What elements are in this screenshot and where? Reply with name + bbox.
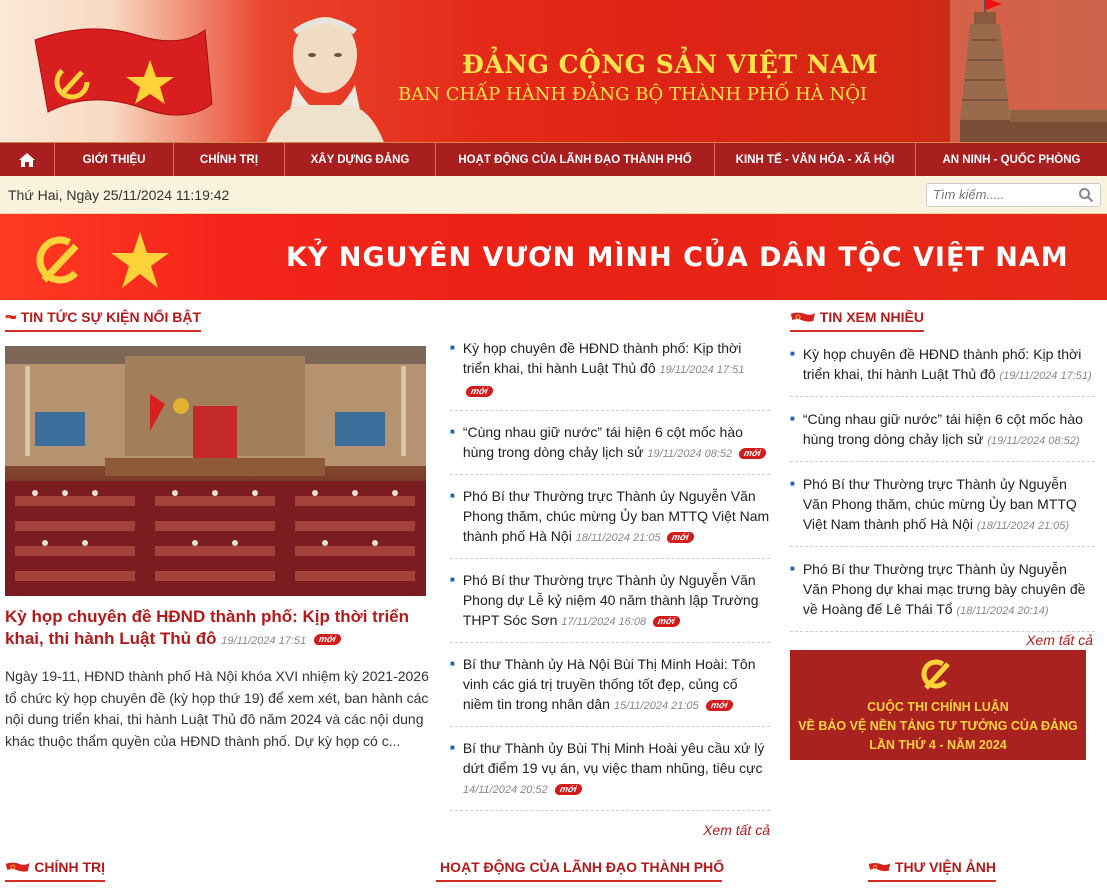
view-all-popular-link[interactable]: Xem tất cả — [790, 632, 1093, 648]
popular-column: TIN XEM NHIỀU ■ Kỳ họp chuyên đề HĐND th… — [790, 306, 1095, 760]
flag-icon — [5, 862, 30, 872]
list-item[interactable]: ■ Bí thư Thành ủy Hà Nội Bùi Thị Minh Ho… — [450, 654, 770, 727]
section-title: CHÍNH TRỊ — [34, 858, 105, 875]
search-box — [926, 182, 1101, 207]
bullet-icon: ■ — [790, 349, 795, 358]
contest-line2: VỀ BẢO VỆ NỀN TẢNG TƯ TƯỞNG CỦA ĐẢNG — [798, 719, 1078, 733]
popular-date: (18/11/2024 21:05) — [976, 520, 1070, 532]
featured-image[interactable] — [5, 346, 426, 596]
home-icon — [19, 152, 35, 167]
new-badge: mới — [738, 447, 767, 459]
info-bar: Thứ Hai, Ngày 25/11/2024 11:19:42 — [0, 176, 1107, 214]
popular-date: (19/11/2024 17:51) — [999, 370, 1092, 382]
party-flag-icon — [34, 28, 213, 116]
bullet-icon: ■ — [790, 414, 795, 423]
new-badge: mới — [704, 699, 734, 711]
bullet-icon: ■ — [450, 427, 455, 436]
contest-line1: CUỘC THI CHÍNH LUẬN — [867, 700, 1009, 714]
news-date: 17/11/2024 16:08 — [561, 616, 647, 628]
section-title: THƯ VIỆN ẢNH — [894, 858, 996, 875]
featured-title[interactable]: Kỳ họp chuyên đề HĐND thành phố: Kịp thờ… — [5, 606, 429, 652]
slogan-text: KỶ NGUYÊN VƯƠN MÌNH CỦA DÂN TỘC VIỆT NAM — [286, 242, 1069, 273]
flag-icon — [868, 862, 891, 871]
slogan-banner: KỶ NGUYÊN VƯƠN MÌNH CỦA DÂN TỘC VIỆT NAM — [0, 214, 1107, 300]
current-date: Thứ Hai, Ngày 25/11/2024 11:19:42 — [8, 186, 230, 203]
bullet-icon: ■ — [790, 564, 795, 573]
bottom-sections: CHÍNH TRỊ HOẠT ĐỘNG CỦA LÃNH ĐẠO THÀNH P… — [0, 856, 1107, 891]
hammer-sickle-icon — [921, 659, 951, 690]
bullet-icon: ■ — [450, 659, 455, 668]
bullet-icon: ■ — [790, 479, 795, 488]
new-badge: mới — [464, 385, 494, 397]
new-badge: mới — [651, 615, 681, 627]
bullet-icon: ■ — [450, 343, 455, 352]
list-item[interactable]: ■ “Cùng nhau giữ nước” tái hiện 6 cột mố… — [790, 397, 1095, 462]
section-heading-photo-library[interactable]: THƯ VIỆN ẢNH — [868, 856, 996, 882]
main-nav: GIỚI THIỆU CHÍNH TRỊ XÂY DỰNG ĐẢNG HOẠT … — [0, 142, 1107, 176]
featured-title-text[interactable]: Kỳ họp chuyên đề HĐND thành phố: Kịp thờ… — [5, 607, 409, 648]
search-input[interactable] — [933, 187, 1078, 202]
news-title[interactable]: Bí thư Thành ủy Bùi Thị Minh Hoài yêu cầ… — [463, 740, 765, 776]
featured-column: TIN TỨC SỰ KIỆN NỔI BẬT Kỳ họp chuyên đề… — [5, 306, 429, 752]
news-date: 18/11/2024 21:05 — [575, 532, 661, 544]
flag-icon — [5, 314, 17, 319]
news-date: 19/11/2024 08:52 — [647, 448, 733, 460]
section-title: TIN TỨC SỰ KIỆN NỔI BẬT — [20, 308, 201, 325]
site-header: ĐẢNG CỘNG SẢN VIỆT NAM BAN CHẤP HÀNH ĐẢN… — [0, 0, 1107, 142]
flag-tower-image — [950, 0, 1107, 142]
new-badge: mới — [666, 531, 695, 543]
nav-an-ninh-quoc-phong[interactable]: AN NINH - QUỐC PHÒNG — [916, 143, 1107, 176]
nav-chinh-tri[interactable]: CHÍNH TRỊ — [174, 143, 285, 176]
list-item[interactable]: ■ Kỳ họp chuyên đề HĐND thành phố: Kịp t… — [450, 338, 770, 411]
site-title: ĐẢNG CỘNG SẢN VIỆT NAM — [462, 50, 879, 79]
view-all-link[interactable]: Xem tất cả — [450, 822, 770, 838]
section-title: TIN XEM NHIỀU — [819, 308, 924, 325]
news-date: 15/11/2024 21:05 — [613, 700, 699, 712]
contest-line3: LẦN THỨ 4 - NĂM 2024 — [869, 738, 1007, 752]
list-item[interactable]: ■ Phó Bí thư Thường trực Thành ủy Nguyễn… — [450, 570, 770, 643]
list-item[interactable]: ■ Phó Bí thư Thường trực Thành ủy Nguyễn… — [790, 462, 1095, 547]
flag-icon — [790, 312, 815, 322]
portrait-image — [266, 17, 384, 142]
list-item[interactable]: ■ “Cùng nhau giữ nước” tái hiện 6 cột mố… — [450, 422, 770, 475]
news-list: ■ Kỳ họp chuyên đề HĐND thành phố: Kịp t… — [450, 338, 770, 838]
new-badge: mới — [312, 634, 342, 646]
bullet-icon: ■ — [450, 743, 455, 752]
nav-home[interactable] — [0, 143, 55, 176]
nav-kinh-te-van-hoa[interactable]: KINH TẾ - VĂN HÓA - XÃ HỘI — [715, 143, 916, 176]
contest-banner[interactable]: CUỘC THI CHÍNH LUẬN VỀ BẢO VỆ NỀN TẢNG T… — [790, 650, 1086, 760]
nav-hoat-dong-lanh-dao[interactable]: HOẠT ĐỘNG CỦA LÃNH ĐẠO THÀNH PHỐ — [436, 143, 715, 176]
section-heading-leadership[interactable]: HOẠT ĐỘNG CỦA LÃNH ĐẠO THÀNH PHỐ — [436, 856, 725, 882]
popular-date: (19/11/2024 08:52) — [987, 435, 1080, 447]
nav-xay-dung-dang[interactable]: XÂY DỰNG ĐẢNG — [285, 143, 436, 176]
section-heading-featured: TIN TỨC SỰ KIỆN NỔI BẬT — [5, 306, 201, 332]
featured-date: 19/11/2024 17:51 — [221, 635, 307, 647]
section-heading-politics[interactable]: CHÍNH TRỊ — [5, 856, 105, 882]
section-heading-popular: TIN XEM NHIỀU — [790, 306, 924, 332]
news-date: 19/11/2024 17:51 — [659, 364, 745, 376]
search-icon[interactable] — [1078, 187, 1094, 203]
new-badge: mới — [553, 783, 583, 795]
news-date: 14/11/2024 20:52 — [462, 784, 548, 796]
list-item[interactable]: ■ Kỳ họp chuyên đề HĐND thành phố: Kịp t… — [790, 332, 1095, 397]
list-item[interactable]: ■ Phó Bí thư Thường trực Thành ủy Nguyễn… — [450, 486, 770, 559]
main-content: TIN TỨC SỰ KIỆN NỔI BẬT Kỳ họp chuyên đề… — [0, 300, 1107, 891]
bullet-icon: ■ — [450, 491, 455, 500]
nav-gioi-thieu[interactable]: GIỚI THIỆU — [55, 143, 174, 176]
list-item[interactable]: ■ Bí thư Thành ủy Bùi Thị Minh Hoài yêu … — [450, 738, 770, 811]
site-subtitle: BAN CHẤP HÀNH ĐẢNG BỘ THÀNH PHỐ HÀ NỘI — [398, 84, 868, 105]
list-item[interactable]: ■ Phó Bí thư Thường trực Thành ủy Nguyễn… — [790, 547, 1095, 632]
hammer-sickle-star-icon — [36, 232, 169, 288]
bullet-icon: ■ — [450, 575, 455, 584]
popular-date: (18/11/2024 20:14) — [956, 605, 1049, 617]
featured-summary: Ngày 19-11, HĐND thành phố Hà Nội khóa X… — [5, 668, 429, 749]
section-title: HOẠT ĐỘNG CỦA LÃNH ĐẠO THÀNH PHỐ — [440, 858, 725, 875]
assembly-hall-image — [5, 346, 426, 596]
